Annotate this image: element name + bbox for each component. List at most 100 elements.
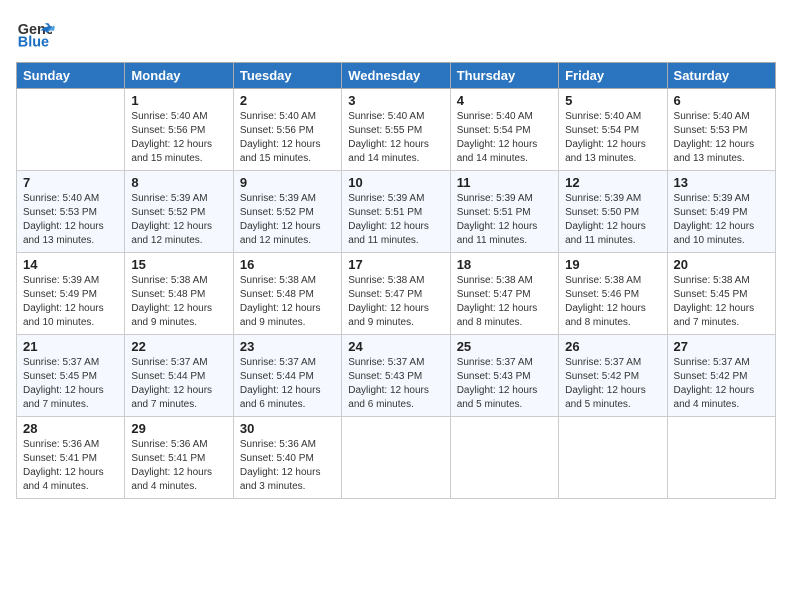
day-info: Sunrise: 5:39 AM Sunset: 5:52 PM Dayligh… <box>131 192 226 248</box>
day-info: Sunrise: 5:38 AM Sunset: 5:47 PM Dayligh… <box>348 274 443 330</box>
calendar-cell <box>17 89 125 171</box>
day-info: Sunrise: 5:38 AM Sunset: 5:47 PM Dayligh… <box>457 274 552 330</box>
day-number: 18 <box>457 257 552 272</box>
calendar-cell: 6 Sunrise: 5:40 AM Sunset: 5:53 PM Daylig… <box>667 89 775 171</box>
day-info: Sunrise: 5:37 AM Sunset: 5:43 PM Dayligh… <box>457 356 552 412</box>
day-number: 20 <box>674 257 769 272</box>
day-number: 14 <box>23 257 118 272</box>
calendar-cell: 2 Sunrise: 5:40 AM Sunset: 5:56 PM Daylig… <box>233 89 341 171</box>
column-header-friday: Friday <box>559 63 667 89</box>
day-number: 10 <box>348 175 443 190</box>
day-number: 15 <box>131 257 226 272</box>
day-number: 13 <box>674 175 769 190</box>
calendar-cell: 15 Sunrise: 5:38 AM Sunset: 5:48 PM Dayli… <box>125 253 233 335</box>
day-info: Sunrise: 5:39 AM Sunset: 5:49 PM Dayligh… <box>674 192 769 248</box>
day-info: Sunrise: 5:40 AM Sunset: 5:54 PM Dayligh… <box>565 110 660 166</box>
day-number: 22 <box>131 339 226 354</box>
day-info: Sunrise: 5:40 AM Sunset: 5:54 PM Dayligh… <box>457 110 552 166</box>
day-info: Sunrise: 5:40 AM Sunset: 5:56 PM Dayligh… <box>240 110 335 166</box>
calendar-cell: 12 Sunrise: 5:39 AM Sunset: 5:50 PM Dayli… <box>559 171 667 253</box>
day-info: Sunrise: 5:36 AM Sunset: 5:41 PM Dayligh… <box>131 438 226 494</box>
column-header-saturday: Saturday <box>667 63 775 89</box>
day-number: 6 <box>674 93 769 108</box>
day-info: Sunrise: 5:37 AM Sunset: 5:45 PM Dayligh… <box>23 356 118 412</box>
calendar-cell: 28Sunrise: 5:36 AM Sunset: 5:41 PM Dayli… <box>17 417 125 499</box>
page-header: General Blue <box>16 16 776 52</box>
day-info: Sunrise: 5:37 AM Sunset: 5:42 PM Dayligh… <box>674 356 769 412</box>
calendar-cell: 1Sunrise: 5:40 AM Sunset: 5:56 PM Daylig… <box>125 89 233 171</box>
day-info: Sunrise: 5:39 AM Sunset: 5:52 PM Dayligh… <box>240 192 335 248</box>
day-info: Sunrise: 5:39 AM Sunset: 5:50 PM Dayligh… <box>565 192 660 248</box>
day-number: 24 <box>348 339 443 354</box>
day-number: 3 <box>348 93 443 108</box>
calendar-cell: 20 Sunrise: 5:38 AM Sunset: 5:45 PM Dayli… <box>667 253 775 335</box>
day-number: 19 <box>565 257 660 272</box>
calendar-cell: 13 Sunrise: 5:39 AM Sunset: 5:49 PM Dayli… <box>667 171 775 253</box>
logo-bird-icon <box>34 21 56 43</box>
calendar-cell: 5 Sunrise: 5:40 AM Sunset: 5:54 PM Daylig… <box>559 89 667 171</box>
column-header-sunday: Sunday <box>17 63 125 89</box>
day-info: Sunrise: 5:39 AM Sunset: 5:49 PM Dayligh… <box>23 274 118 330</box>
day-info: Sunrise: 5:37 AM Sunset: 5:42 PM Dayligh… <box>565 356 660 412</box>
calendar-cell: 21 Sunrise: 5:37 AM Sunset: 5:45 PM Dayli… <box>17 335 125 417</box>
calendar-cell: 4 Sunrise: 5:40 AM Sunset: 5:54 PM Daylig… <box>450 89 558 171</box>
calendar-header-row: SundayMondayTuesdayWednesdayThursdayFrid… <box>17 63 776 89</box>
day-number: 8 <box>131 175 226 190</box>
day-number: 12 <box>565 175 660 190</box>
day-info: Sunrise: 5:37 AM Sunset: 5:44 PM Dayligh… <box>131 356 226 412</box>
day-info: Sunrise: 5:40 AM Sunset: 5:53 PM Dayligh… <box>674 110 769 166</box>
day-number: 28 <box>23 421 118 436</box>
calendar-cell: 11 Sunrise: 5:39 AM Sunset: 5:51 PM Dayli… <box>450 171 558 253</box>
calendar-cell: 14 Sunrise: 5:39 AM Sunset: 5:49 PM Dayli… <box>17 253 125 335</box>
calendar-cell: 29 Sunrise: 5:36 AM Sunset: 5:41 PM Dayli… <box>125 417 233 499</box>
day-number: 30 <box>240 421 335 436</box>
day-info: Sunrise: 5:39 AM Sunset: 5:51 PM Dayligh… <box>348 192 443 248</box>
day-number: 27 <box>674 339 769 354</box>
calendar-cell: 30 Sunrise: 5:36 AM Sunset: 5:40 PM Dayli… <box>233 417 341 499</box>
calendar-cell: 18 Sunrise: 5:38 AM Sunset: 5:47 PM Dayli… <box>450 253 558 335</box>
day-info: Sunrise: 5:38 AM Sunset: 5:48 PM Dayligh… <box>240 274 335 330</box>
calendar-cell <box>342 417 450 499</box>
calendar-week-row: 14 Sunrise: 5:39 AM Sunset: 5:49 PM Dayli… <box>17 253 776 335</box>
calendar-cell: 3 Sunrise: 5:40 AM Sunset: 5:55 PM Daylig… <box>342 89 450 171</box>
column-header-tuesday: Tuesday <box>233 63 341 89</box>
day-number: 17 <box>348 257 443 272</box>
calendar-cell: 10 Sunrise: 5:39 AM Sunset: 5:51 PM Dayli… <box>342 171 450 253</box>
day-number: 21 <box>23 339 118 354</box>
calendar-week-row: 28 Sunrise: 5:36 AM Sunset: 5:41 PM Dayli… <box>17 417 776 499</box>
day-number: 25 <box>457 339 552 354</box>
day-info: Sunrise: 5:39 AM Sunset: 5:51 PM Dayligh… <box>457 192 552 248</box>
day-number: 23 <box>240 339 335 354</box>
calendar-cell: 16Sunrise: 5:38 AM Sunset: 5:48 PM Dayli… <box>233 253 341 335</box>
calendar-table: SundayMondayTuesdayWednesdayThursdayFrid… <box>16 62 776 499</box>
day-number: 5 <box>565 93 660 108</box>
day-number: 4 <box>457 93 552 108</box>
day-number: 29 <box>131 421 226 436</box>
day-info: Sunrise: 5:40 AM Sunset: 5:55 PM Dayligh… <box>348 110 443 166</box>
day-number: 1 <box>131 93 226 108</box>
day-info: Sunrise: 5:37 AM Sunset: 5:44 PM Dayligh… <box>240 356 335 412</box>
day-info: Sunrise: 5:38 AM Sunset: 5:48 PM Dayligh… <box>131 274 226 330</box>
day-number: 2 <box>240 93 335 108</box>
calendar-cell: 22 Sunrise: 5:37 AM Sunset: 5:44 PM Dayli… <box>125 335 233 417</box>
day-info: Sunrise: 5:40 AM Sunset: 5:53 PM Dayligh… <box>23 192 118 248</box>
day-info: Sunrise: 5:38 AM Sunset: 5:45 PM Dayligh… <box>674 274 769 330</box>
calendar-cell <box>667 417 775 499</box>
calendar-cell: 27 Sunrise: 5:37 AM Sunset: 5:42 PM Dayli… <box>667 335 775 417</box>
day-info: Sunrise: 5:37 AM Sunset: 5:43 PM Dayligh… <box>348 356 443 412</box>
calendar-cell: 17 Sunrise: 5:38 AM Sunset: 5:47 PM Dayli… <box>342 253 450 335</box>
day-info: Sunrise: 5:36 AM Sunset: 5:40 PM Dayligh… <box>240 438 335 494</box>
calendar-cell: 8 Sunrise: 5:39 AM Sunset: 5:52 PM Daylig… <box>125 171 233 253</box>
calendar-cell <box>450 417 558 499</box>
calendar-cell: 19 Sunrise: 5:38 AM Sunset: 5:46 PM Dayli… <box>559 253 667 335</box>
day-number: 11 <box>457 175 552 190</box>
day-number: 26 <box>565 339 660 354</box>
calendar-week-row: 21 Sunrise: 5:37 AM Sunset: 5:45 PM Dayli… <box>17 335 776 417</box>
day-number: 7 <box>23 175 118 190</box>
calendar-cell: 26 Sunrise: 5:37 AM Sunset: 5:42 PM Dayli… <box>559 335 667 417</box>
day-info: Sunrise: 5:38 AM Sunset: 5:46 PM Dayligh… <box>565 274 660 330</box>
calendar-cell: 24 Sunrise: 5:37 AM Sunset: 5:43 PM Dayli… <box>342 335 450 417</box>
day-number: 9 <box>240 175 335 190</box>
calendar-cell: 7 Sunrise: 5:40 AM Sunset: 5:53 PM Daylig… <box>17 171 125 253</box>
calendar-cell <box>559 417 667 499</box>
